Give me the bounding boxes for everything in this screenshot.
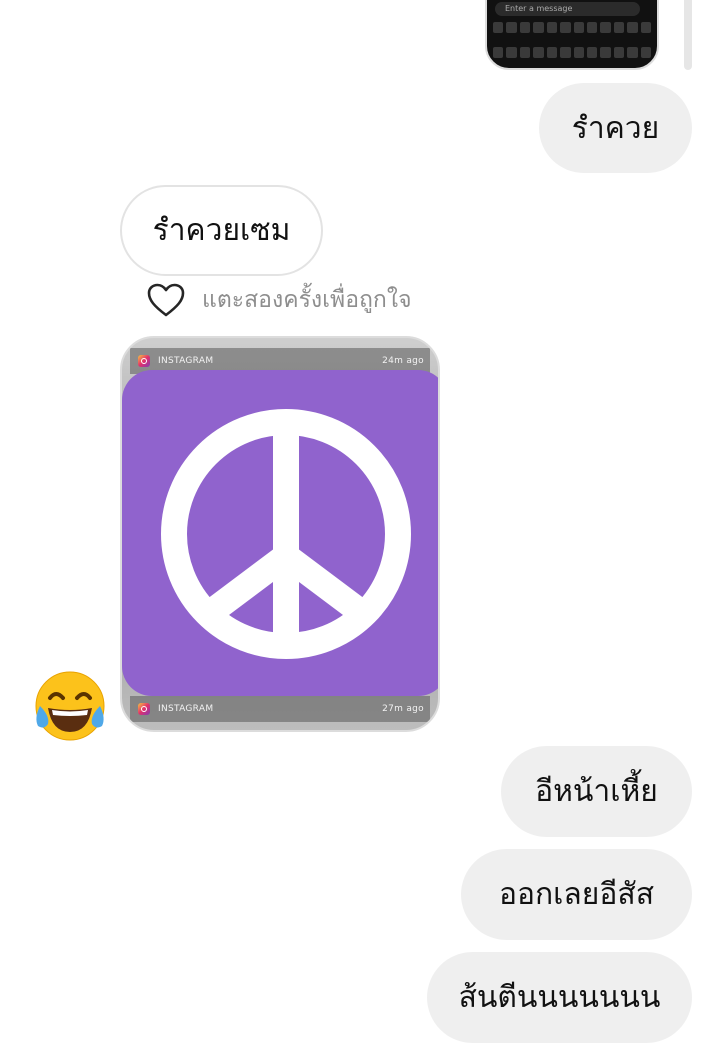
message-text: ส้นตีนนนนนนน: [458, 980, 661, 1015]
message-input-preview: Enter a message: [495, 2, 640, 16]
message-bubble-sent[interactable]: ออกเลยอีสัส: [461, 849, 692, 940]
shared-screenshot-top[interactable]: Enter a message: [485, 0, 659, 70]
keyboard-preview: [493, 22, 651, 68]
laughing-tears-emoji[interactable]: [32, 668, 108, 744]
message-text: ออกเลยอีสัส: [498, 877, 655, 912]
heart-icon[interactable]: [146, 282, 186, 318]
message-text: รำควยเซม: [152, 213, 291, 248]
instagram-icon: [138, 703, 150, 715]
shared-image-card[interactable]: INSTAGRAM 24m ago INSTAGRAM 27m ago: [120, 336, 440, 732]
peace-sign-sticker: [122, 370, 438, 696]
peace-sign-icon: [161, 409, 411, 659]
message-bubble-sent[interactable]: รำควย: [539, 83, 692, 173]
message-bubble-received[interactable]: รำควยเซม: [120, 185, 323, 276]
message-text: อีหน้าเหี้ย: [535, 774, 658, 809]
double-tap-hint: แตะสองครั้งเพื่อถูกใจ: [202, 287, 412, 313]
notification-banner: INSTAGRAM 27m ago: [130, 696, 430, 722]
scrollbar[interactable]: [684, 0, 692, 70]
like-hint-row[interactable]: แตะสองครั้งเพื่อถูกใจ: [146, 280, 412, 320]
message-bubble-sent[interactable]: ส้นตีนนนนนนน: [427, 952, 692, 1043]
message-bubble-sent[interactable]: อีหน้าเหี้ย: [501, 746, 692, 837]
message-text: รำควย: [571, 110, 660, 146]
instagram-icon: [138, 355, 150, 367]
